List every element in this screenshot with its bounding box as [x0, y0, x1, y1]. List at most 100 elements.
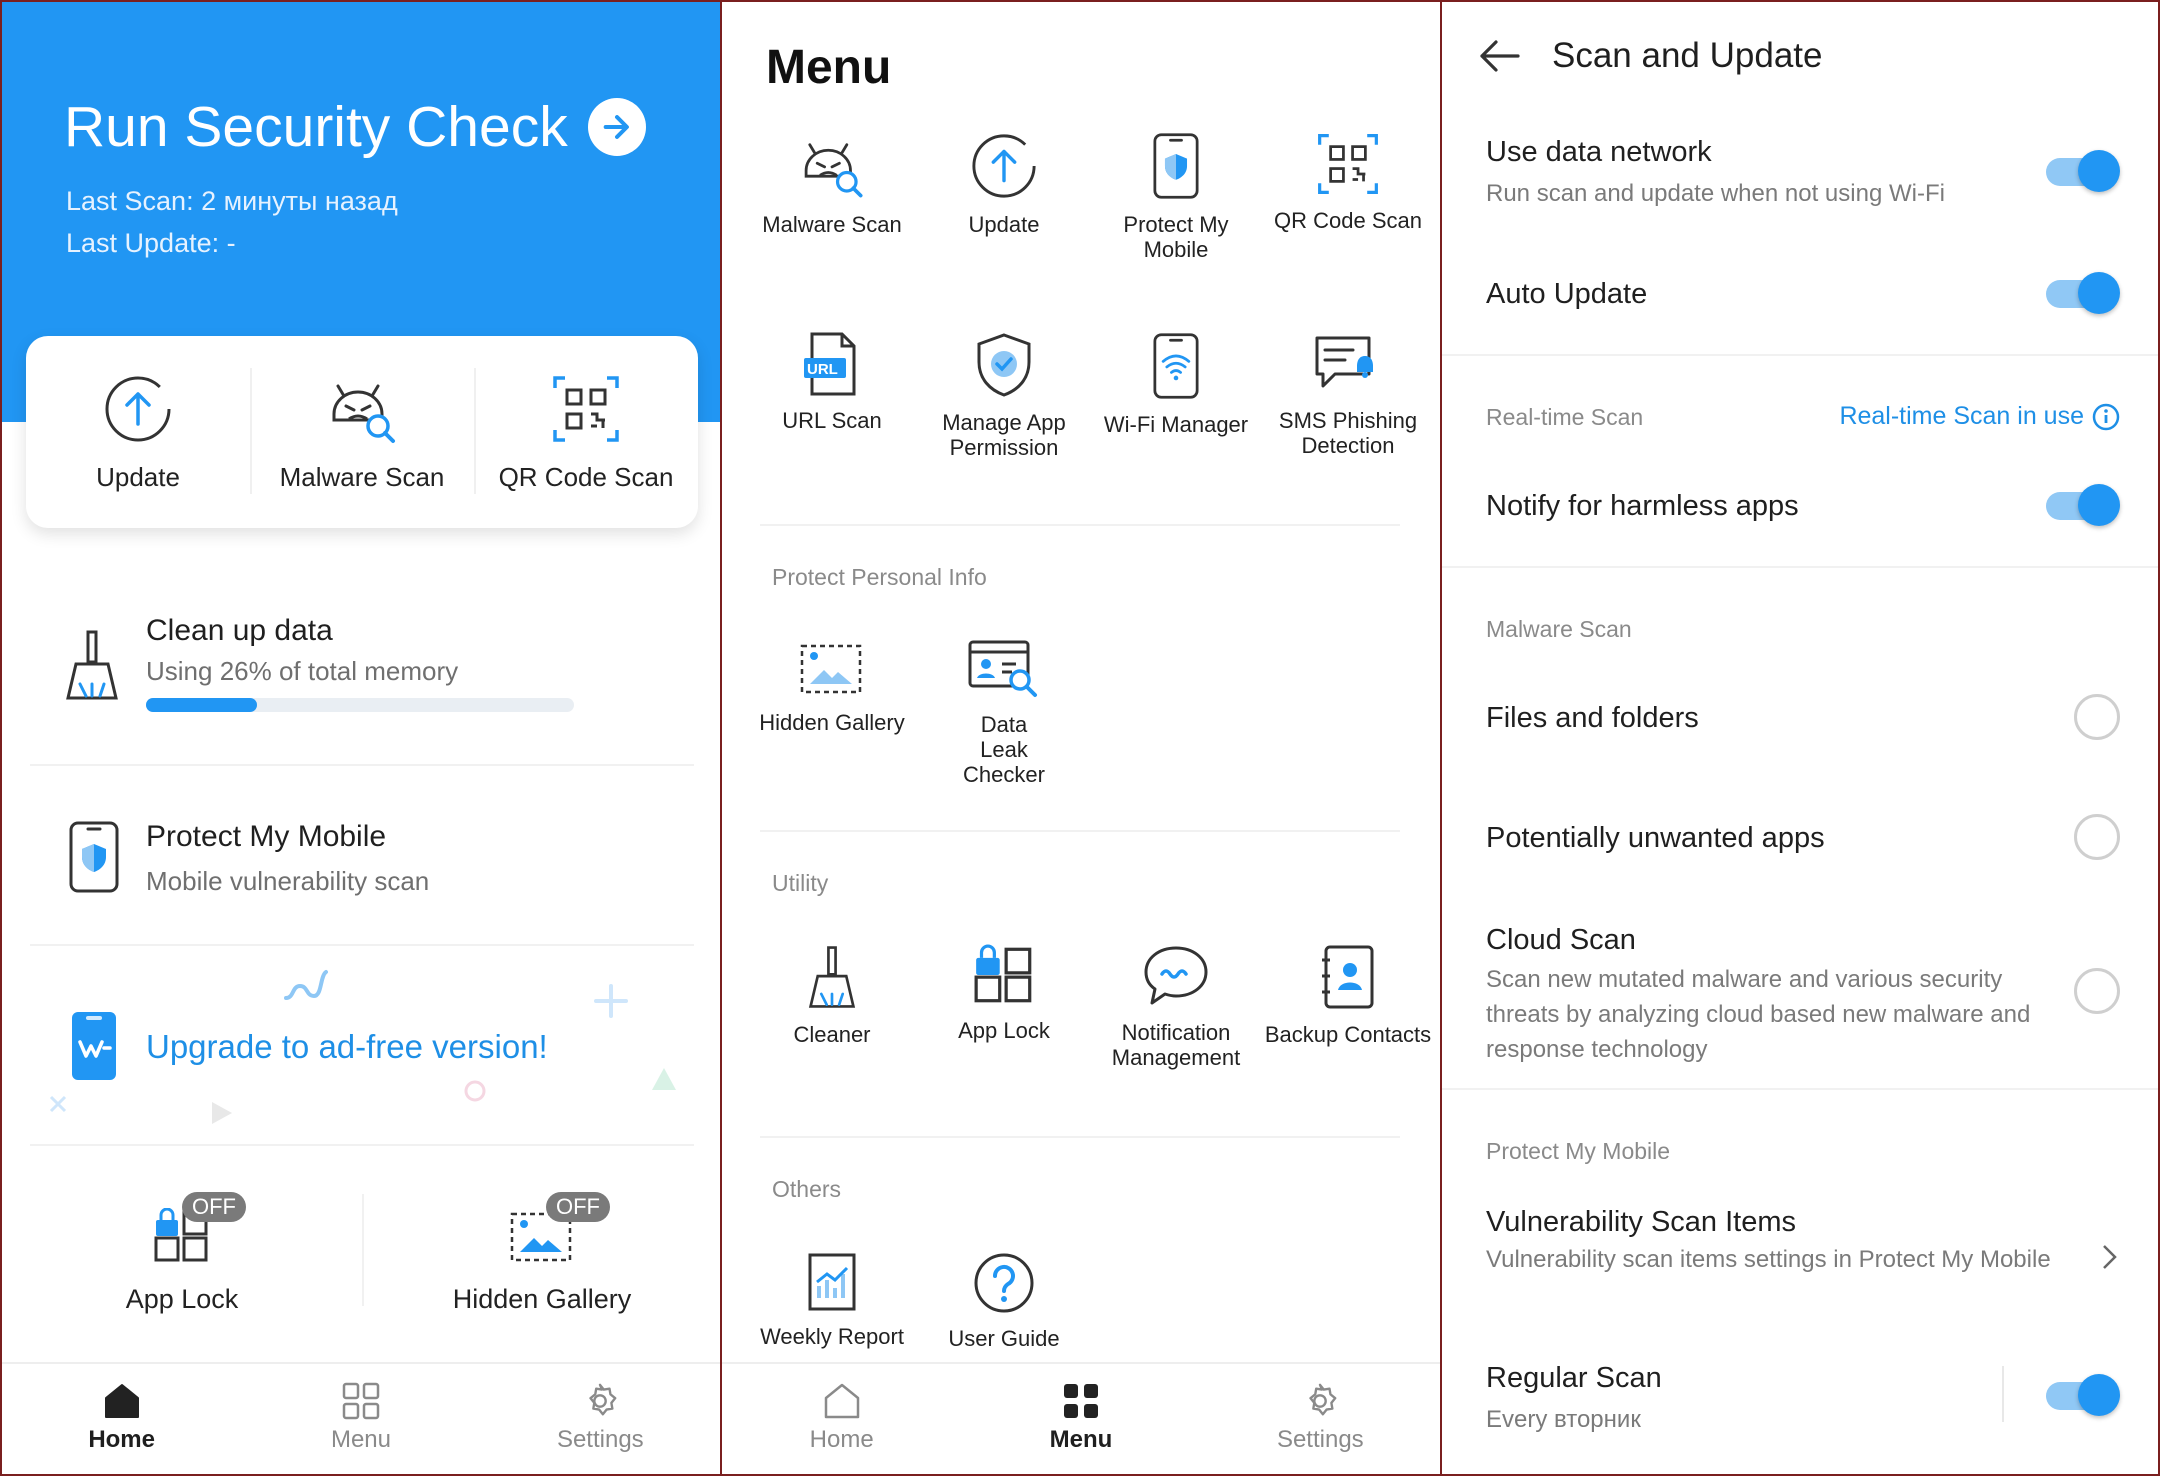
notify-harmless-toggle[interactable] [2046, 484, 2120, 526]
scan-update-settings-screen: Scan and Update Use data network Run sca… [1440, 0, 2160, 1476]
info-icon [2092, 403, 2120, 430]
tile-wifi-manager[interactable]: Wi-Fi Manager [1090, 332, 1262, 437]
sms-alert-icon [1315, 336, 1373, 388]
page-title: Menu [766, 41, 892, 94]
shield-check-icon [977, 333, 1031, 397]
section-protect-my-mobile: Protect My Mobile [1486, 1138, 1671, 1164]
nav-settings[interactable]: Settings [1201, 1364, 1440, 1474]
quick-qr-scan-button[interactable]: QR Code Scan [474, 336, 698, 528]
run-security-check[interactable]: Run Security Check [64, 94, 646, 160]
tile-notification-management[interactable]: Notification Management [1090, 944, 1262, 1070]
chat-bubble-icon [1144, 946, 1208, 1005]
quick-actions-card: Update Malware Scan QR Code Scan [26, 336, 698, 528]
tile-user-guide[interactable]: User Guide [918, 1252, 1090, 1351]
quick-update-button[interactable]: Update [26, 336, 250, 528]
decor-squiggle-icon [284, 970, 328, 1000]
decor-circle-icon [464, 1080, 486, 1102]
app-lock-icon [974, 944, 1032, 1003]
divider [760, 830, 1400, 832]
use-data-network-toggle[interactable] [2046, 150, 2120, 192]
tile-protect-my-mobile[interactable]: Protect My Mobile [1090, 132, 1262, 262]
hidden-gallery-icon [800, 644, 862, 694]
tile-weekly-report[interactable]: Weekly Report [746, 1252, 918, 1349]
tile-app-lock[interactable]: App Lock [918, 944, 1090, 1043]
ad-free-phone-icon [72, 1012, 116, 1080]
tile-hidden-gallery[interactable]: Hidden Gallery [746, 638, 918, 735]
nav-menu[interactable]: Menu [241, 1364, 480, 1474]
bottom-navigation: Home Menu Settings [722, 1362, 1440, 1474]
decor-triangle-icon [652, 1068, 676, 1090]
data-leak-icon [968, 640, 1037, 697]
protect-title: Protect My Mobile [146, 820, 387, 853]
files-folders-radio[interactable] [2074, 694, 2120, 740]
section-malware-scan: Malware Scan [1486, 616, 1632, 642]
tile-update[interactable]: Update [918, 132, 1090, 237]
tile-data-leak-checker[interactable]: Data Leak Checker [918, 638, 1090, 787]
hidden-gallery-off-badge: OFF [546, 1192, 610, 1222]
tile-manage-app-permission[interactable]: Manage App Permission [918, 332, 1090, 460]
quick-malware-scan-button[interactable]: Malware Scan [250, 336, 474, 528]
url-badge: URL [807, 361, 838, 378]
malware-scan-icon [332, 384, 395, 443]
back-arrow-icon[interactable] [1476, 36, 1522, 76]
nav-settings[interactable]: Settings [481, 1364, 720, 1474]
update-icon [105, 376, 171, 442]
chevron-right-icon [2103, 1245, 2117, 1269]
section-realtime-scan: Real-time Scan [1486, 404, 1644, 430]
divider [760, 1136, 1400, 1138]
cloud-scan-radio[interactable] [2074, 968, 2120, 1014]
qr-code-icon [553, 376, 619, 442]
home-icon [824, 1383, 859, 1419]
divider [760, 524, 1400, 526]
regular-scan-toggle[interactable] [2046, 1374, 2120, 1416]
help-circle-icon [974, 1253, 1034, 1313]
tile-qr-code-scan[interactable]: QR Code Scan [1262, 132, 1434, 233]
nav-menu[interactable]: Menu [961, 1364, 1200, 1474]
divider [30, 764, 694, 766]
phone-shield-icon [1153, 133, 1199, 199]
tile-cleaner[interactable]: Cleaner [746, 944, 918, 1047]
phone-shield-icon [69, 821, 119, 893]
cleanup-subtitle: Using 26% of total memory [146, 656, 459, 686]
url-file-icon: URL [800, 332, 864, 396]
last-scan-text: Last Scan: 2 минуты назад [66, 186, 398, 216]
hero-title: Run Security Check [64, 95, 568, 159]
nav-home[interactable]: Home [2, 1364, 241, 1474]
pua-radio[interactable] [2074, 814, 2120, 860]
malware-scan-icon [804, 143, 863, 198]
tile-backup-contacts[interactable]: Backup Contacts [1262, 944, 1434, 1047]
cleanup-title: Clean up data [146, 614, 333, 647]
menu-screen: Menu Malware Scan Update Protect My Mobi… [720, 0, 1440, 1476]
section-others: Others [772, 1176, 842, 1202]
grid-icon [1063, 1384, 1098, 1418]
section-protect-personal-info: Protect Personal Info [772, 564, 987, 590]
arrow-right-icon[interactable] [587, 98, 646, 156]
realtime-scan-link[interactable]: Real-time Scan in use [1839, 402, 2120, 431]
grid-icon [342, 1382, 380, 1420]
section-utility: Utility [772, 870, 829, 896]
hidden-gallery-button[interactable]: OFF Hidden Gallery [362, 1192, 720, 1332]
divider [30, 944, 694, 946]
report-chart-icon [808, 1253, 856, 1311]
app-lock-button[interactable]: OFF App Lock [2, 1192, 362, 1332]
tile-sms-phishing-detection[interactable]: SMS Phishing Detection [1262, 332, 1434, 458]
auto-update-toggle[interactable] [2046, 272, 2120, 314]
bottom-navigation: Home Menu Settings [2, 1362, 720, 1474]
wifi-phone-icon [1153, 333, 1199, 399]
contacts-book-icon [1322, 945, 1374, 1009]
decor-sparkle-icon [594, 984, 628, 1018]
tile-url-scan[interactable]: URL URL Scan [746, 332, 918, 433]
tile-malware-scan[interactable]: Malware Scan [746, 132, 918, 237]
nav-home[interactable]: Home [722, 1364, 961, 1474]
divider [30, 1144, 694, 1146]
decor-play-icon [212, 1102, 232, 1124]
page-title: Scan and Update [1552, 36, 1823, 75]
broom-icon [66, 630, 118, 700]
divider [1442, 354, 2158, 356]
upgrade-text: Upgrade to ad-free version! [146, 1028, 548, 1065]
app-lock-off-badge: OFF [182, 1192, 246, 1222]
home-icon [104, 1384, 139, 1418]
memory-progress-bar [146, 698, 574, 712]
qr-code-icon [1318, 134, 1378, 194]
broom-icon [808, 946, 856, 1008]
